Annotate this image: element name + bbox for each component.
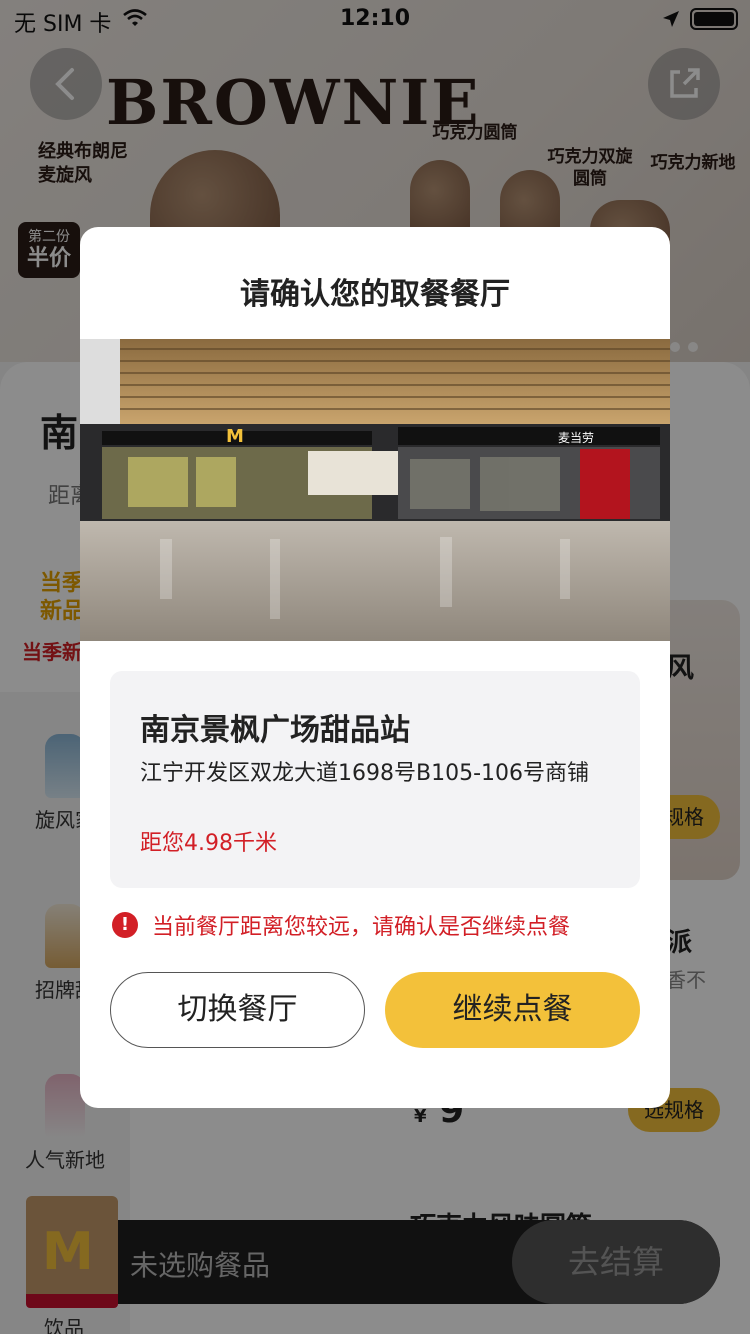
store-sign-text: 麦当劳 — [558, 431, 594, 445]
restaurant-info-box: 南京景枫广场甜品站 江宁开发区双龙大道1698号B105-106号商铺 距您4.… — [110, 671, 640, 888]
distance-warning: ! 当前餐厅距离您较远，请确认是否继续点餐 — [112, 910, 570, 940]
store-sign-logo: M — [226, 426, 244, 447]
restaurant-distance: 距您4.98千米 — [140, 831, 277, 856]
dialog-title: 请确认您的取餐餐厅 — [240, 277, 510, 312]
continue-order-button[interactable]: 继续点餐 — [385, 972, 640, 1048]
warning-text: 当前餐厅距离您较远，请确认是否继续点餐 — [152, 915, 571, 940]
restaurant-address: 江宁开发区双龙大道1698号B105-106号商铺 — [140, 761, 590, 786]
store-photo: M 麦当劳 — [80, 339, 670, 641]
alert-icon: ! — [112, 912, 138, 938]
restaurant-name: 南京景枫广场甜品站 — [140, 713, 410, 748]
switch-restaurant-button[interactable]: 切换餐厅 — [110, 972, 365, 1048]
confirm-restaurant-dialog: 请确认您的取餐餐厅 M 麦当劳 南京景枫广场甜品站 江宁开发区双龙大道1698号… — [80, 227, 670, 1108]
